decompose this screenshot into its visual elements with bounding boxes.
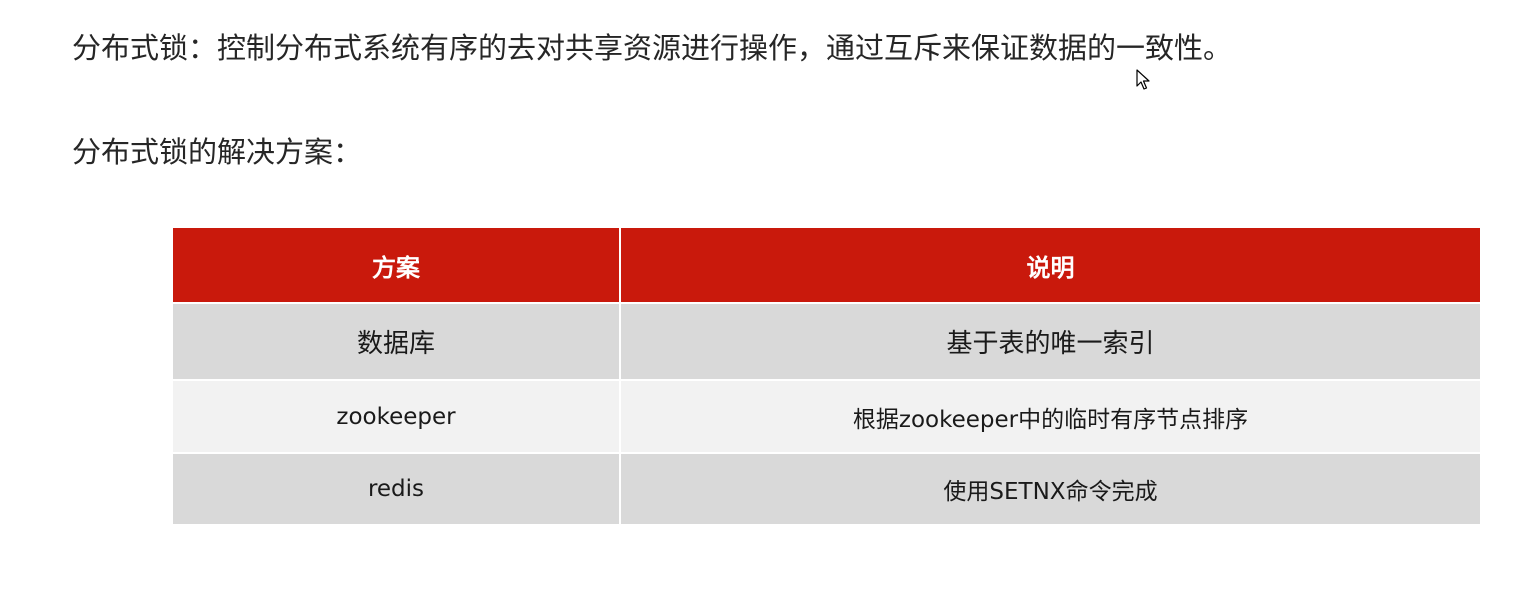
solutions-heading: 分布式锁的解决方案：	[72, 135, 363, 169]
solutions-table: 方案 说明 数据库 基于表的唯一索引 zookeeper 根据zookeeper…	[171, 226, 1482, 526]
mouse-pointer-icon	[1136, 69, 1150, 91]
table-row: redis 使用SETNX命令完成	[171, 452, 1482, 526]
column-header-description: 说明	[619, 226, 1482, 304]
description-cell: 使用SETNX命令完成	[619, 452, 1482, 526]
description-cell: 根据zookeeper中的临时有序节点排序	[619, 379, 1482, 454]
scheme-cell: 数据库	[171, 302, 621, 381]
column-header-scheme: 方案	[171, 226, 621, 304]
scheme-cell: redis	[171, 452, 621, 526]
table-row: zookeeper 根据zookeeper中的临时有序节点排序	[171, 379, 1482, 454]
table-header-row: 方案 说明	[171, 226, 1482, 304]
scheme-cell: zookeeper	[171, 379, 621, 454]
table-row: 数据库 基于表的唯一索引	[171, 302, 1482, 381]
definition-text: 分布式锁：控制分布式系统有序的去对共享资源进行操作，通过互斥来保证数据的一致性。	[72, 31, 1233, 65]
description-cell: 基于表的唯一索引	[619, 302, 1482, 381]
